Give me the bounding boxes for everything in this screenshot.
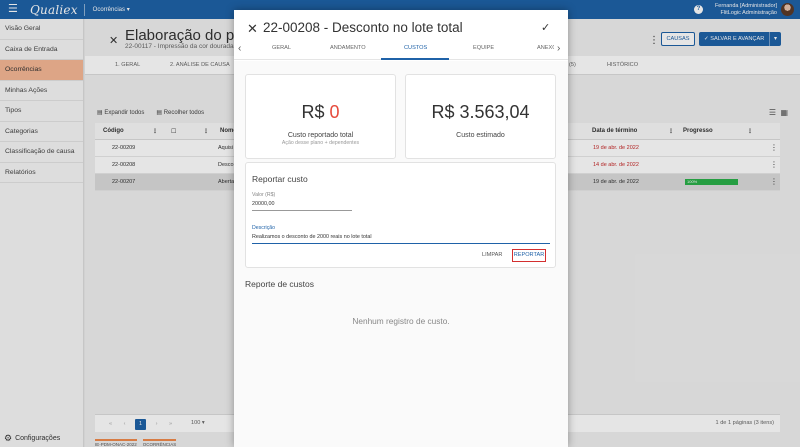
value-field-label: Valor (R$) [252, 192, 276, 198]
chevron-left-icon[interactable]: ‹ [238, 43, 241, 54]
tab-andamento[interactable]: ANDAMENTO [330, 45, 366, 51]
dialog-tabs: ‹ GERAL ANDAMENTO CUSTOS EQUIPE ANEXOS › [234, 40, 568, 60]
confirm-check-icon[interactable]: ✓ [541, 21, 550, 34]
tab-equipe[interactable]: EQUIPE [473, 45, 494, 51]
cost-reports-title: Reporte de custos [245, 279, 314, 289]
report-cost-form: Reportar custo Valor (R$) 20000,00 Descr… [245, 162, 556, 268]
report-cost-title: Reportar custo [252, 174, 308, 184]
dialog-body: R$ 0 Custo reportado total Ação desse pl… [234, 61, 568, 447]
action-dialog: ✕ 22-00208 - Desconto no lote total ✓ ‹ … [234, 10, 568, 447]
reported-cost-sublabel: Ação desse plano + dependentes [281, 140, 360, 146]
estimated-cost-card: R$ 3.563,04 Custo estimado [405, 74, 556, 159]
reported-cost-label: Custo reportado total [287, 132, 354, 139]
chevron-right-icon[interactable]: › [557, 43, 560, 54]
description-field-label: Descrição [252, 225, 276, 231]
active-tab-indicator [381, 58, 449, 60]
value-field-underline [252, 210, 352, 211]
estimated-cost-label: Custo estimado [456, 132, 505, 139]
empty-state-message: Nenhum registro de custo. [352, 316, 450, 326]
tab-custos[interactable]: CUSTOS [404, 45, 427, 51]
report-button[interactable]: REPORTAR [512, 249, 546, 262]
description-field-underline [252, 243, 550, 244]
value-field[interactable]: 20000,00 [252, 201, 274, 207]
dialog-title: 22-00208 - Desconto no lote total [263, 20, 463, 35]
estimated-cost-value: R$ 3.563,04 [431, 102, 530, 122]
description-field[interactable]: Realizamos o desconto de 2000 reais no l… [252, 234, 372, 240]
tab-geral[interactable]: GERAL [272, 45, 291, 51]
clear-button[interactable]: LIMPAR [482, 252, 502, 258]
reported-cost-value: R$ 0 [301, 102, 340, 122]
close-icon[interactable]: ✕ [247, 21, 258, 37]
tab-anexos[interactable]: ANEXOS [537, 45, 554, 51]
reported-cost-card: R$ 0 Custo reportado total Ação desse pl… [245, 74, 396, 159]
